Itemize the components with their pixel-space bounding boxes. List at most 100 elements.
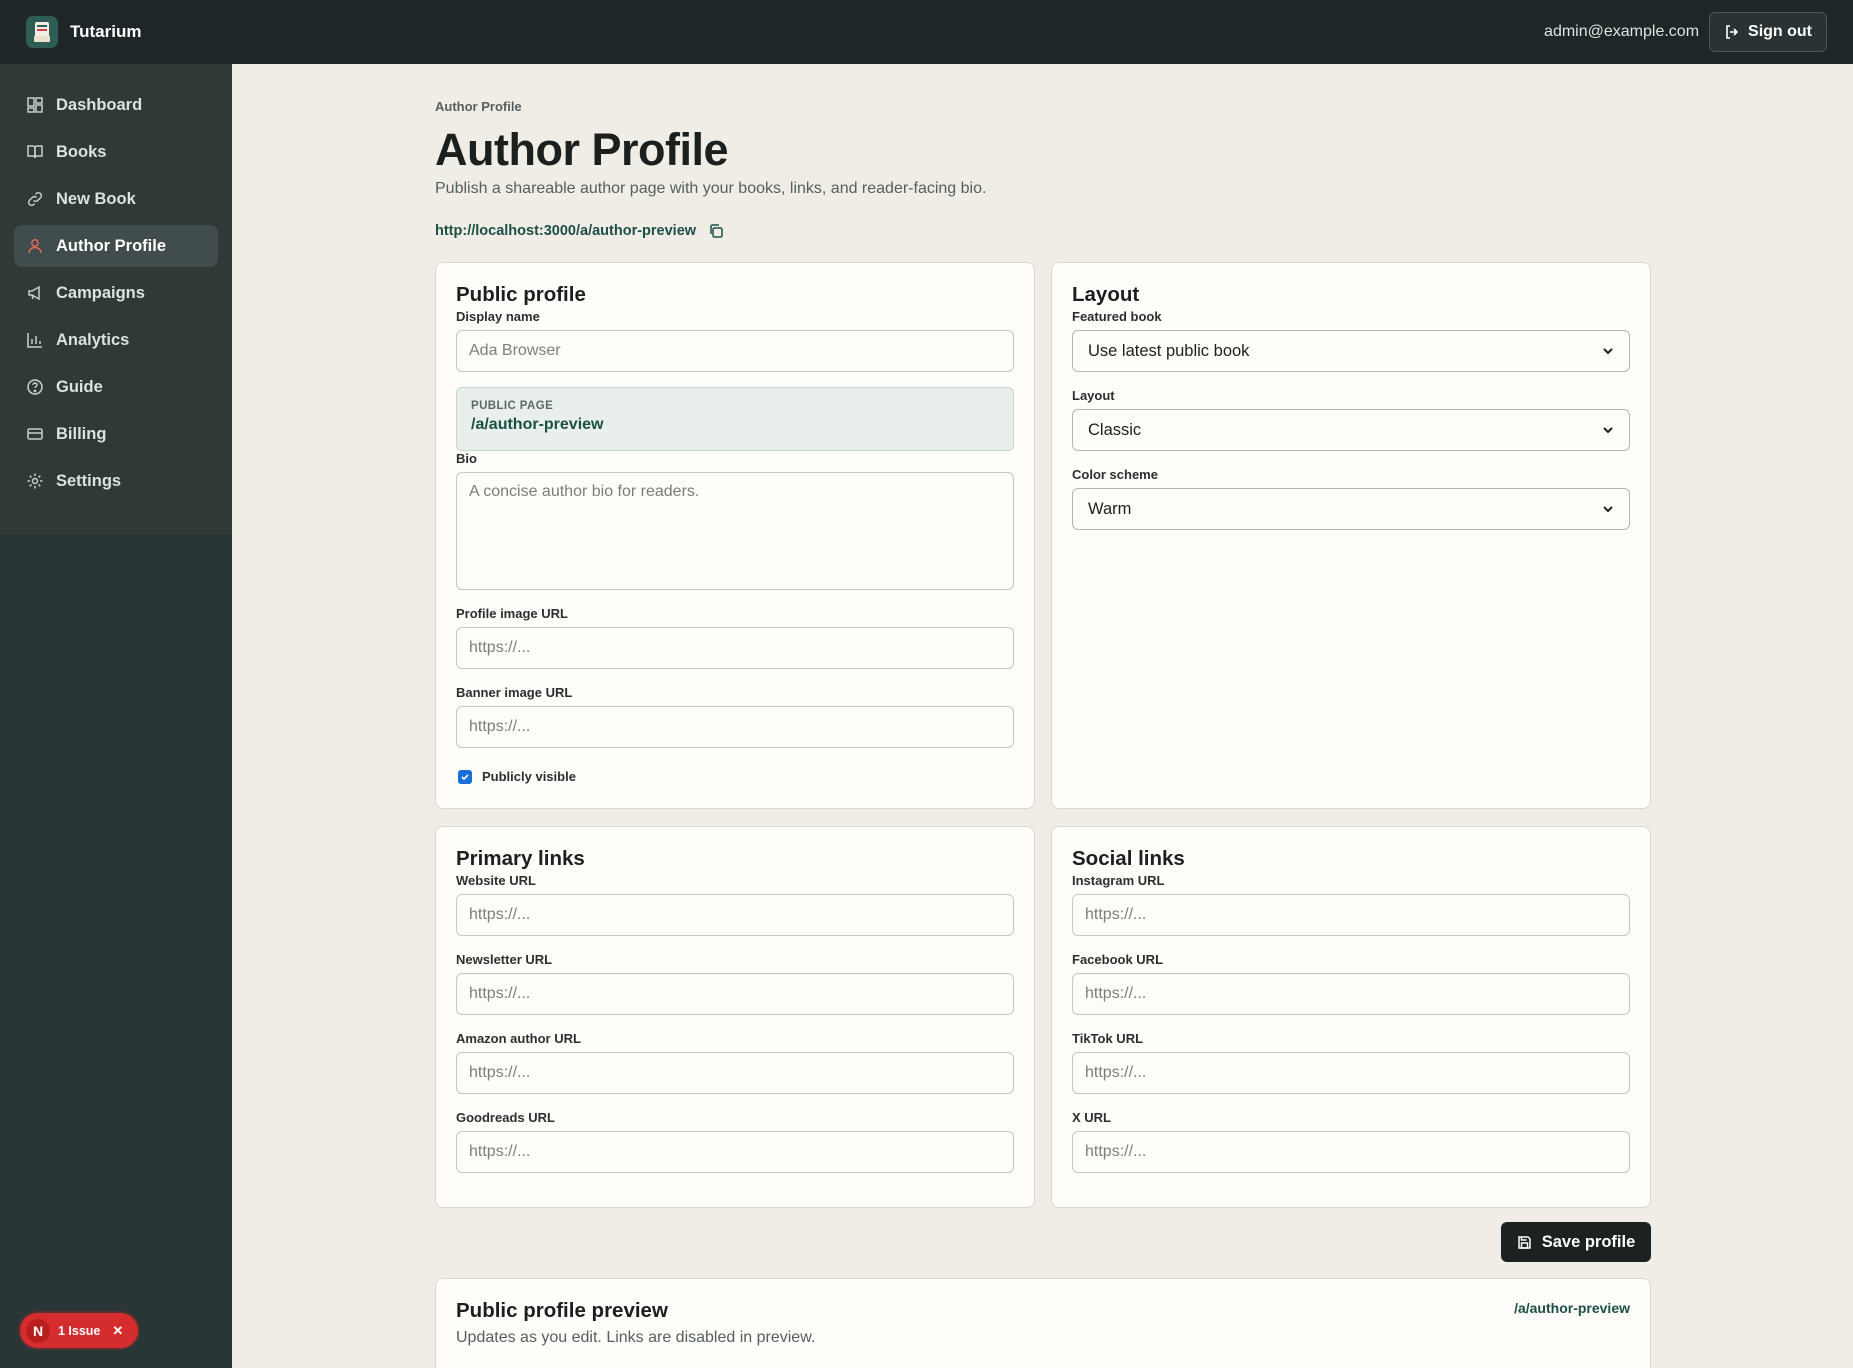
color-scheme-label: Color scheme [1072, 467, 1158, 482]
sidebar-item-label: Dashboard [56, 95, 143, 114]
brand[interactable]: Tutarium [26, 16, 141, 48]
sidebar-item-label: Books [56, 142, 107, 161]
sidebar-item-label: Campaigns [56, 283, 145, 302]
sidebar-item-analytics[interactable]: Analytics [14, 319, 218, 361]
goodreads-url-label: Goodreads URL [456, 1110, 555, 1125]
save-profile-label: Save profile [1541, 1232, 1636, 1251]
public-page-value: /a/author-preview [471, 416, 604, 433]
instagram-url-input[interactable]: https://... [1072, 894, 1630, 936]
page-subtitle: Publish a shareable author page with you… [435, 180, 987, 197]
featured-book-select[interactable]: Use latest public book [1072, 330, 1630, 372]
public-url-link[interactable]: http://localhost:3000/a/author-preview [435, 223, 696, 239]
publicly-visible-checkbox[interactable] [458, 769, 472, 784]
profile-image-placeholder: https://... [469, 639, 531, 656]
credit-card-icon [27, 428, 43, 440]
link-icon [27, 191, 43, 207]
app-logo-icon [26, 16, 58, 48]
save-icon [1517, 1235, 1531, 1249]
facebook-url-label: Facebook URL [1072, 952, 1164, 967]
card-title: Layout [1072, 283, 1140, 306]
sidebar-item-campaigns[interactable]: Campaigns [14, 272, 218, 314]
breadcrumb: Author Profile [435, 99, 522, 114]
sidebar-item-label: New Book [56, 189, 136, 208]
help-circle-icon [27, 379, 43, 395]
color-scheme-value: Warm [1088, 499, 1132, 518]
layout-card: Layout Featured book Use latest public b… [1051, 262, 1651, 809]
sidebar-item-billing[interactable]: Billing [14, 413, 218, 455]
save-profile-button[interactable]: Save profile [1501, 1222, 1651, 1262]
sign-out-button[interactable]: Sign out [1709, 12, 1827, 52]
sidebar-item-guide[interactable]: Guide [14, 366, 218, 408]
profile-preview-card: Public profile preview Updates as you ed… [435, 1278, 1651, 1368]
preview-title: Public profile preview [456, 1299, 668, 1322]
banner-image-input[interactable]: https://... [456, 706, 1014, 748]
layout-value: Classic [1088, 420, 1142, 439]
close-icon[interactable]: ✕ [112, 1323, 123, 1339]
facebook-url-input[interactable]: https://... [1072, 973, 1630, 1015]
banner-image-placeholder: https://... [469, 718, 531, 735]
sidebar-item-new-book[interactable]: New Book [14, 178, 218, 220]
top-bar: Tutarium admin@example.com Sign out [0, 0, 1853, 64]
copy-icon[interactable] [708, 223, 724, 239]
issue-count: 1 Issue [58, 1323, 101, 1338]
sidebar-item-label: Settings [56, 471, 122, 490]
facebook-url-placeholder: https://... [1085, 985, 1147, 1002]
website-url-placeholder: https://... [469, 906, 531, 923]
bio-textarea[interactable]: A concise author bio for readers. [456, 472, 1014, 590]
display-name-input[interactable]: Ada Browser [456, 330, 1014, 372]
main-content: Author Profile Author Profile Publish a … [232, 64, 1853, 1368]
app-name: Tutarium [70, 22, 142, 41]
display-name-label: Display name [456, 309, 540, 324]
card-title: Primary links [456, 847, 585, 870]
x-url-placeholder: https://... [1085, 1143, 1147, 1160]
goodreads-url-input[interactable]: https://... [456, 1131, 1014, 1173]
profile-image-label: Profile image URL [456, 606, 568, 621]
sidebar-item-author-profile[interactable]: Author Profile [14, 225, 218, 267]
publicly-visible-row: Publicly visible [458, 769, 576, 784]
public-url-row: http://localhost:3000/a/author-preview [435, 223, 724, 239]
dev-logo-icon: N [26, 1318, 50, 1343]
website-url-label: Website URL [456, 873, 536, 888]
x-url-input[interactable]: https://... [1072, 1131, 1630, 1173]
amazon-url-input[interactable]: https://... [456, 1052, 1014, 1094]
sidebar-item-label: Guide [56, 377, 103, 396]
preview-link[interactable]: /a/author-preview [1514, 1300, 1630, 1316]
sidebar-item-label: Analytics [56, 330, 130, 349]
sign-out-icon [1726, 25, 1739, 39]
megaphone-icon [28, 285, 40, 301]
sidebar-nav: Dashboard Books New Book Author Profile … [0, 64, 232, 502]
public-profile-card: Public profile Display name Ada Browser … [435, 262, 1035, 809]
sign-out-label: Sign out [1748, 23, 1812, 40]
user-icon [28, 239, 42, 254]
card-title: Social links [1072, 847, 1185, 870]
dev-issue-indicator[interactable]: N 1 Issue ✕ [20, 1313, 138, 1348]
sidebar-item-dashboard[interactable]: Dashboard [14, 84, 218, 126]
amazon-url-placeholder: https://... [469, 1064, 531, 1081]
tiktok-url-input[interactable]: https://... [1072, 1052, 1630, 1094]
featured-book-value: Use latest public book [1088, 341, 1250, 360]
public-page-box: PUBLIC PAGE /a/author-preview [456, 387, 1014, 451]
x-url-label: X URL [1072, 1110, 1111, 1125]
goodreads-url-placeholder: https://... [469, 1143, 531, 1160]
card-title: Public profile [456, 283, 586, 306]
color-scheme-select[interactable]: Warm [1072, 488, 1630, 530]
layout-select[interactable]: Classic [1072, 409, 1630, 451]
instagram-url-placeholder: https://... [1085, 906, 1147, 923]
chevron-down-icon [1603, 348, 1613, 355]
bar-chart-icon [27, 333, 42, 348]
featured-book-label: Featured book [1072, 309, 1162, 324]
publicly-visible-label: Publicly visible [482, 769, 576, 784]
chevron-down-icon [1603, 506, 1613, 513]
book-icon [27, 145, 43, 159]
newsletter-url-input[interactable]: https://... [456, 973, 1014, 1015]
bio-placeholder: A concise author bio for readers. [469, 483, 700, 500]
website-url-input[interactable]: https://... [456, 894, 1014, 936]
banner-image-label: Banner image URL [456, 685, 573, 700]
social-links-card: Social links Instagram URL https://... F… [1051, 826, 1651, 1208]
sidebar-item-settings[interactable]: Settings [14, 460, 218, 502]
tiktok-url-label: TikTok URL [1072, 1031, 1144, 1046]
sidebar-item-books[interactable]: Books [14, 131, 218, 173]
user-email: admin@example.com [1544, 23, 1700, 40]
public-page-label: PUBLIC PAGE [471, 400, 554, 412]
profile-image-input[interactable]: https://... [456, 627, 1014, 669]
